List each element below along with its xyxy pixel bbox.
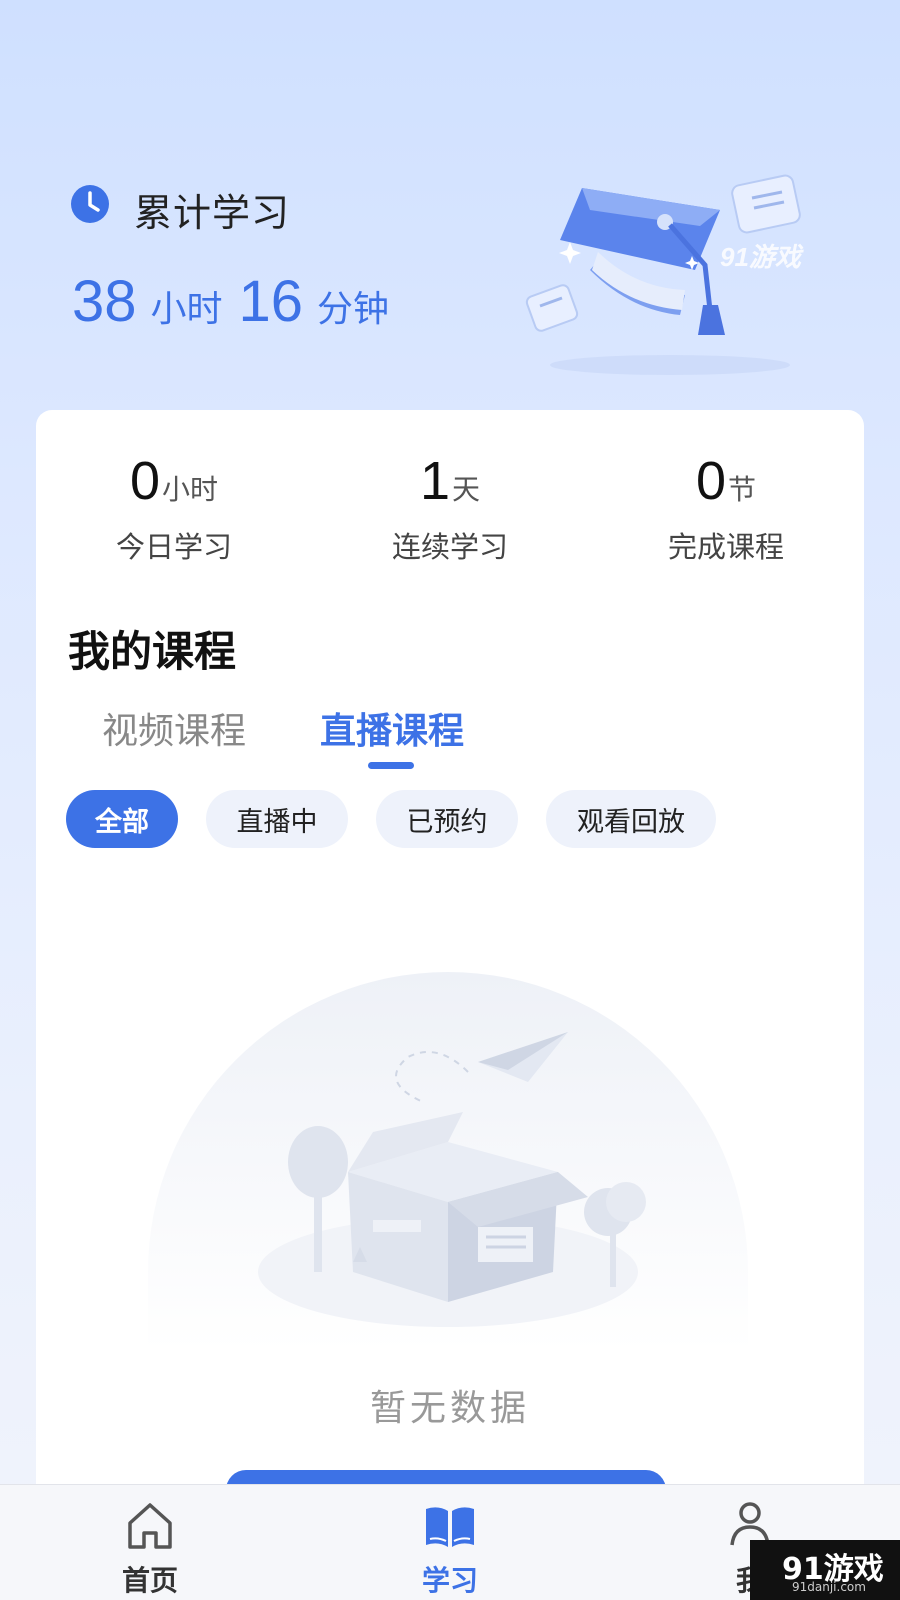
primary-action-button[interactable] xyxy=(226,1470,666,1484)
total-hours-value: 38 xyxy=(72,269,137,334)
book-icon xyxy=(426,1507,474,1547)
stat-value: 0 xyxy=(129,451,161,511)
nav-label: 首页 xyxy=(121,1564,178,1597)
tab-live-courses[interactable]: 直播课程 xyxy=(320,702,464,754)
total-minutes-value: 16 xyxy=(238,269,304,334)
stat-value: 0 xyxy=(695,451,727,511)
nav-item-study[interactable]: 学习 xyxy=(390,1495,510,1599)
empty-state-text: 暂无数据 xyxy=(369,1388,530,1429)
art-watermark: 91游戏 xyxy=(720,242,804,272)
stat-value: 1 xyxy=(419,451,451,511)
clock-icon xyxy=(71,185,109,223)
site-watermark: 91游戏 91danji.com xyxy=(750,1540,900,1600)
filter-all-chip[interactable]: 全部 xyxy=(66,790,178,848)
stat-unit: 节 xyxy=(728,473,757,506)
total-hours-unit: 小时 xyxy=(150,289,223,330)
watermark-url: 91danji.com xyxy=(792,1580,866,1594)
my-courses-panel: 我的课程 视频课程 直播课程 全部 直播中 已预约 观看回放 暂无数据 xyxy=(36,604,864,1484)
total-study-time: 38 小时 16 分钟 xyxy=(72,268,405,335)
study-stats-card: 0 小时 今日学习 1 天 连续学习 0 节 完成课程 xyxy=(36,410,864,604)
total-minutes-unit: 分钟 xyxy=(317,289,390,330)
stat-label: 完成课程 xyxy=(667,530,784,564)
active-tab-indicator xyxy=(368,762,414,769)
scroll-icon xyxy=(731,174,801,234)
section-title: 我的课程 xyxy=(68,627,237,676)
home-icon xyxy=(128,1503,172,1549)
study-summary-header: 累计学习 38 小时 16 分钟 91游戏 xyxy=(0,0,900,410)
total-study-label: 累计学习 xyxy=(134,191,291,235)
filter-replay-chip[interactable]: 观看回放 xyxy=(546,790,716,848)
scroll-icon xyxy=(525,284,579,332)
nav-item-home[interactable]: 首页 xyxy=(90,1495,210,1599)
filter-reserved-chip[interactable]: 已预约 xyxy=(376,790,518,848)
tab-video-courses[interactable]: 视频课程 xyxy=(102,702,246,754)
filter-live-now-chip[interactable]: 直播中 xyxy=(206,790,348,848)
stat-label: 连续学习 xyxy=(391,530,508,564)
graduation-cap-illustration: 91游戏 xyxy=(525,174,804,375)
stat-streak: 1 天 连续学习 xyxy=(312,410,588,604)
stat-unit: 天 xyxy=(452,473,481,506)
stat-completed-courses: 0 节 完成课程 xyxy=(588,410,864,604)
nav-label: 学习 xyxy=(421,1564,478,1597)
empty-box-illustration xyxy=(148,972,748,1352)
stat-unit: 小时 xyxy=(162,473,219,506)
stat-label: 今日学习 xyxy=(115,530,232,564)
stat-today-study: 0 小时 今日学习 xyxy=(36,410,312,604)
